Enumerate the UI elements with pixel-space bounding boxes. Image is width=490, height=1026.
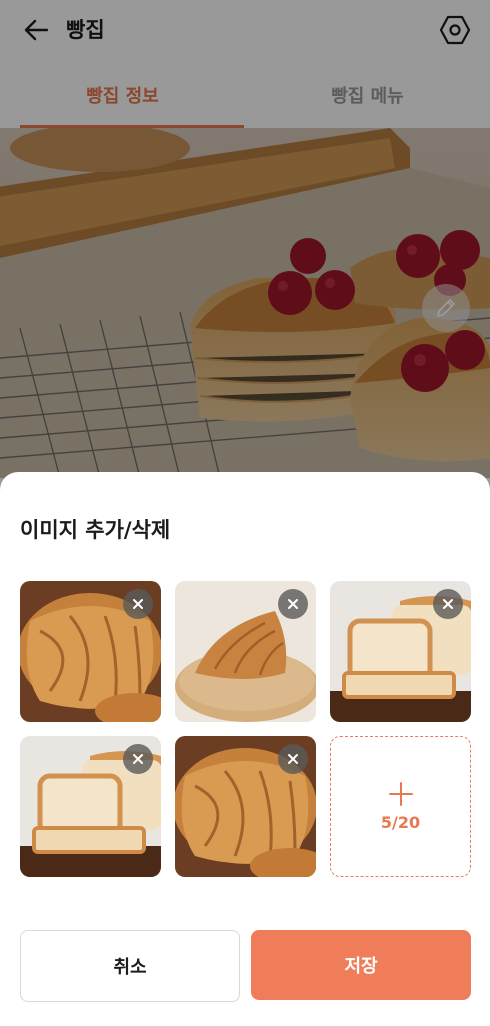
close-icon	[443, 599, 453, 609]
sheet-title: 이미지 추가/삭제	[20, 518, 171, 542]
image-thumbnail[interactable]	[330, 581, 471, 722]
delete-image-button[interactable]	[278, 589, 308, 619]
cancel-button[interactable]: 취소	[20, 930, 240, 1002]
delete-image-button[interactable]	[433, 589, 463, 619]
delete-image-button[interactable]	[123, 589, 153, 619]
image-thumbnail[interactable]	[20, 736, 161, 877]
delete-image-button[interactable]	[123, 744, 153, 774]
delete-image-button[interactable]	[278, 744, 308, 774]
close-icon	[288, 599, 298, 609]
close-icon	[133, 754, 143, 764]
image-thumbnail[interactable]	[175, 581, 316, 722]
add-image-button[interactable]: 5/20	[330, 736, 471, 877]
image-count: 5/20	[380, 813, 421, 832]
plus-icon	[389, 782, 413, 806]
image-thumbnail[interactable]	[175, 736, 316, 877]
close-icon	[133, 599, 143, 609]
image-edit-sheet: 이미지 추가/삭제 5/20 취소 저장	[0, 472, 490, 1026]
close-icon	[288, 754, 298, 764]
image-thumbnail[interactable]	[20, 581, 161, 722]
save-button[interactable]: 저장	[251, 930, 471, 1000]
